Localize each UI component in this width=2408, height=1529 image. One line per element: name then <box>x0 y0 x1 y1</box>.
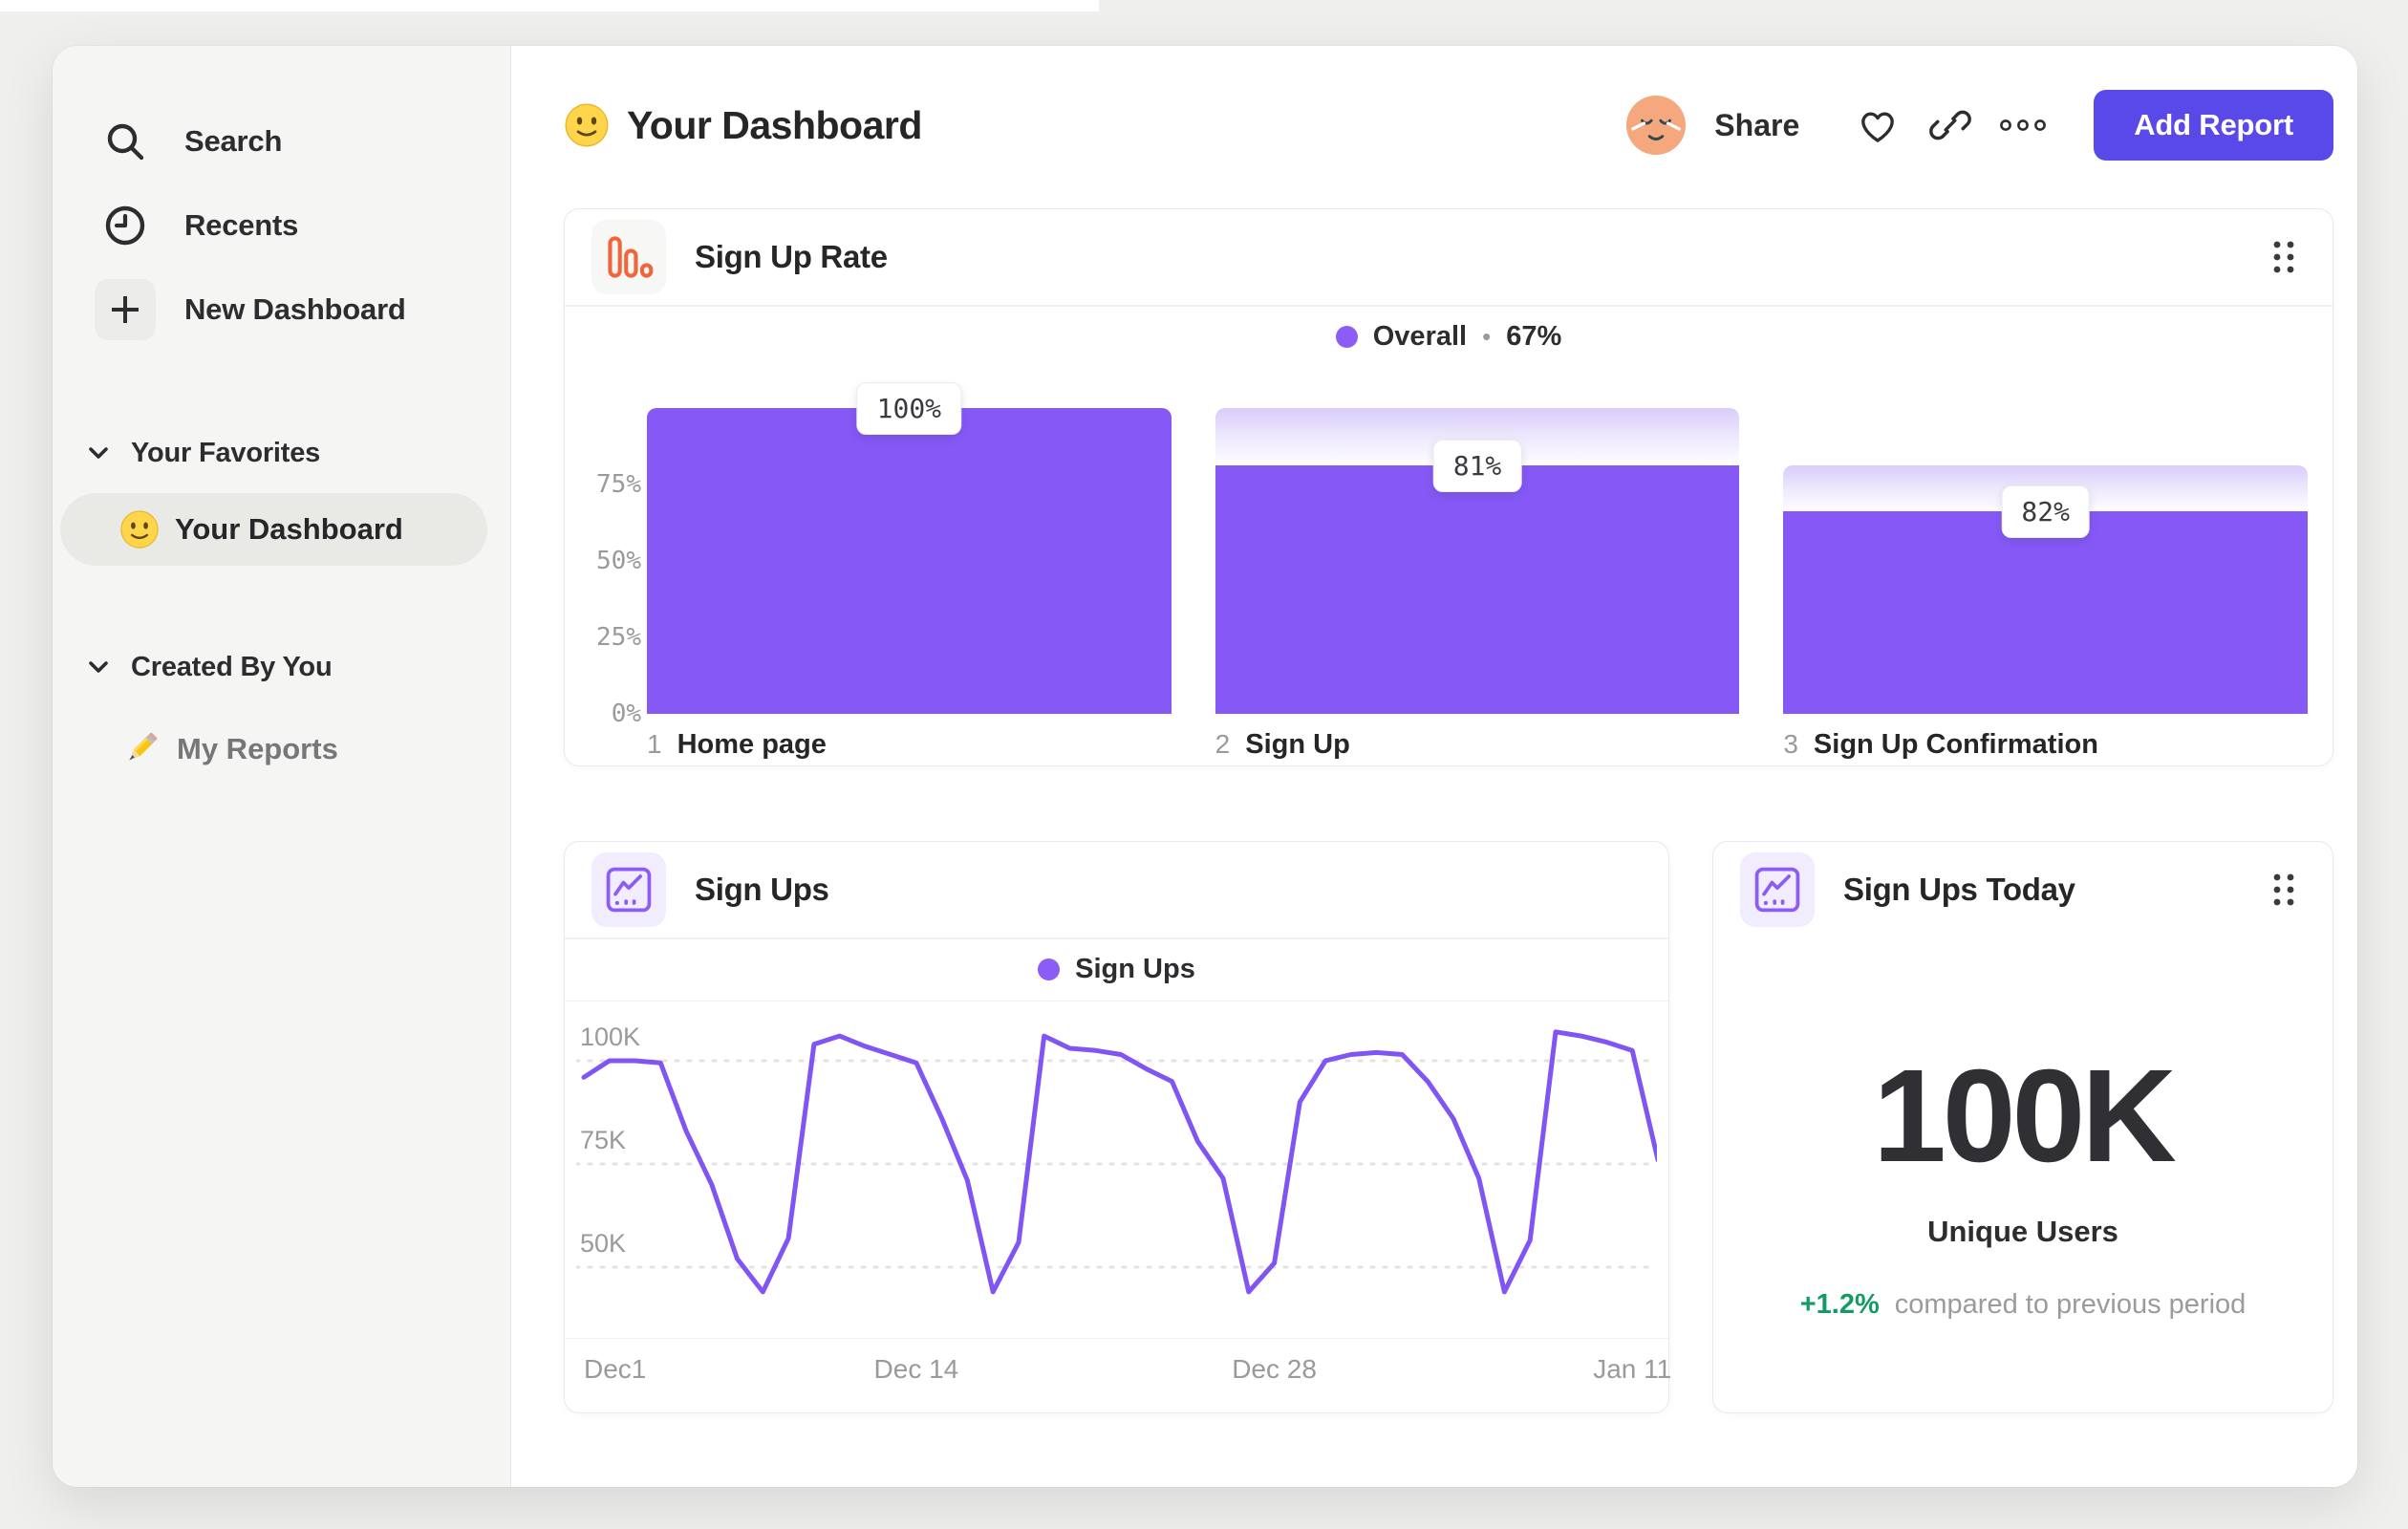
y-axis-tick: 50% <box>596 546 641 575</box>
line-chart-x-axis: Dec1 Dec 14 Dec 28 Jan 11 <box>576 1339 1671 1392</box>
step-name: Sign Up <box>1245 728 1350 760</box>
pencil-emoji-icon <box>119 728 161 770</box>
app-window: Search Recents New Dashboard Your Favori… <box>53 46 2357 1487</box>
search-icon <box>95 111 156 172</box>
step-name: Sign Up Confirmation <box>1813 728 2098 760</box>
stat-value: 100K <box>1873 1043 2177 1190</box>
sidebar-item-my-reports[interactable]: My Reports <box>53 721 510 778</box>
card-title: Sign Up Rate <box>695 239 888 274</box>
bar-chart-icon <box>591 220 666 294</box>
sidebar-item-label: My Reports <box>177 732 338 765</box>
stat-delta-positive: +1.2% <box>1799 1289 1880 1320</box>
line-chart-icon <box>591 852 666 927</box>
sidebar-item-label: Recents <box>184 208 299 242</box>
line-legend: Sign Ups <box>565 939 1668 1001</box>
step-name: Home page <box>677 728 827 760</box>
x-axis-tick: Dec 14 <box>873 1353 959 1384</box>
funnel-bar-fill <box>647 407 1172 714</box>
y-axis-tick: 75% <box>596 469 641 499</box>
chevron-down-icon <box>87 444 110 462</box>
sidebar-section-created-by-you[interactable]: Created By You <box>53 638 510 696</box>
line-series <box>581 1028 1657 1294</box>
favorite-heart-button[interactable] <box>1841 96 1914 155</box>
avatar[interactable] <box>1626 96 1687 155</box>
funnel-step-label: 2 Sign Up <box>1215 729 1740 761</box>
dashboard-header: Your Dashboard Share Add Report <box>564 86 2333 164</box>
y-axis-tick: 0% <box>611 699 641 728</box>
sidebar-section-your-favorites[interactable]: Your Favorites <box>53 424 510 482</box>
smiley-emoji-icon <box>119 509 160 549</box>
stat-metric-label: Unique Users <box>1927 1215 2118 1248</box>
sidebar-item-recents[interactable]: Recents <box>53 183 510 268</box>
copy-link-button[interactable] <box>1914 96 1987 155</box>
line-chart-plot[interactable]: 100K 75K 50K <box>565 1001 1668 1338</box>
smiley-emoji-icon <box>564 102 610 148</box>
x-axis-tick: Dec 28 <box>1232 1353 1317 1384</box>
window-top-strip <box>0 0 1099 11</box>
more-options-button[interactable] <box>1987 96 2059 155</box>
funnel-step-labels: 1 Home page 2 Sign Up 3 Sign Up Confirmation <box>565 714 2333 761</box>
sidebar-item-new-dashboard[interactable]: New Dashboard <box>53 268 510 352</box>
sign-up-rate-card: Sign Up Rate Overall • 67% 75% 50% 25% 0% 1… <box>564 208 2333 766</box>
add-report-button[interactable]: Add Report <box>2094 90 2333 161</box>
sign-ups-today-card: Sign Ups Today 100K Unique Users +1.2% c… <box>1712 841 2333 1413</box>
clock-icon <box>95 195 156 256</box>
funnel-value-badge: 82% <box>2001 485 2090 539</box>
x-axis-tick: Dec1 <box>584 1353 647 1384</box>
funnel-value-badge: 81% <box>1432 440 1522 493</box>
funnel-bar-fill <box>1215 465 1740 714</box>
sidebar: Search Recents New Dashboard Your Favori… <box>53 46 511 1487</box>
funnel-legend: Overall • 67% <box>565 307 2333 368</box>
legend-label: Overall <box>1372 321 1468 352</box>
funnel-bar[interactable]: 100% <box>647 379 1172 714</box>
y-axis-tick: 100K <box>580 1023 640 1051</box>
line-chart-svg[interactable]: 100K 75K 50K <box>576 1001 1657 1338</box>
main-area: Your Dashboard Share Add Report Sign Up … <box>511 46 2357 1487</box>
legend-label: Sign Ups <box>1075 954 1195 984</box>
sidebar-item-label: New Dashboard <box>184 292 406 326</box>
funnel-bar[interactable]: 82% <box>1783 379 2309 714</box>
funnel-bars: 100% 81% 82% <box>647 379 2333 714</box>
line-chart-icon <box>1740 852 1815 927</box>
funnel-bar[interactable]: 81% <box>1215 379 1740 714</box>
sidebar-item-label: Search <box>184 124 283 158</box>
share-button[interactable]: Share <box>1714 108 1799 143</box>
funnel-y-axis: 75% 50% 25% 0% <box>578 379 647 728</box>
funnel-bar-fill <box>1783 511 2309 714</box>
step-number: 2 <box>1215 728 1231 759</box>
drag-handle-icon[interactable] <box>2262 862 2306 917</box>
drag-handle-icon[interactable] <box>2262 229 2306 285</box>
sidebar-item-your-dashboard[interactable]: Your Dashboard <box>60 493 487 566</box>
step-number: 1 <box>647 728 662 759</box>
y-axis-tick: 75K <box>580 1126 626 1154</box>
chevron-down-icon <box>87 658 110 676</box>
funnel-step-label: 1 Home page <box>647 729 1172 761</box>
legend-value: 67% <box>1506 321 1562 352</box>
funnel-value-badge: 100% <box>856 381 962 435</box>
sidebar-item-label: Your Dashboard <box>175 512 403 546</box>
section-header-label: Created By You <box>131 651 333 682</box>
legend-dot <box>1335 326 1358 348</box>
card-title: Sign Ups <box>695 872 829 907</box>
legend-separator: • <box>1482 322 1492 351</box>
y-axis-tick: 25% <box>596 622 641 652</box>
stat-delta-note: compared to previous period <box>1894 1289 2247 1320</box>
card-title: Sign Ups Today <box>1843 872 2075 907</box>
y-axis-tick: 50K <box>580 1229 626 1258</box>
page-title: Your Dashboard <box>627 102 922 147</box>
x-axis-tick: Jan 11 <box>1593 1353 1672 1384</box>
funnel-step-label: 3 Sign Up Confirmation <box>1783 729 2308 761</box>
step-number: 3 <box>1783 728 1798 759</box>
legend-dot <box>1038 958 1061 980</box>
stat-body: 100K Unique Users +1.2% compared to prev… <box>1713 937 2333 1412</box>
sign-ups-card: Sign Ups Sign Ups 100K 75K 50K Dec1 Dec 14 D… <box>564 841 1671 1413</box>
plus-icon <box>95 279 156 340</box>
section-header-label: Your Favorites <box>131 437 321 468</box>
sidebar-item-search[interactable]: Search <box>53 99 510 183</box>
